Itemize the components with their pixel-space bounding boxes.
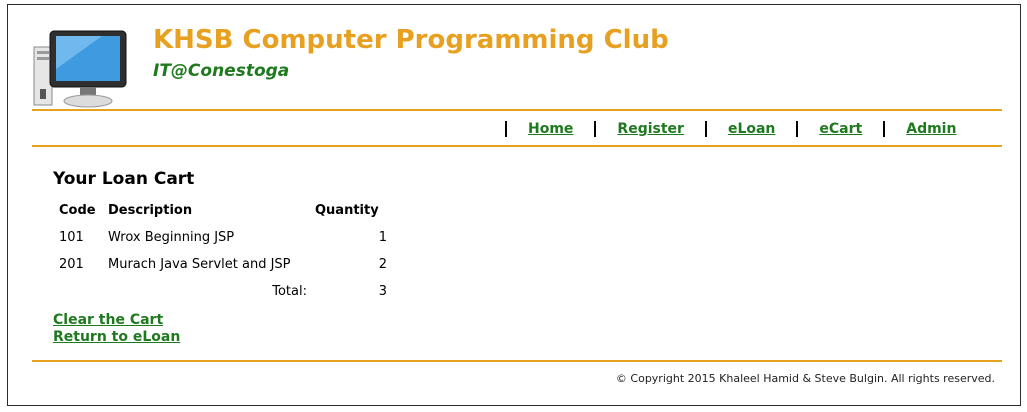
header-divider-top [32, 109, 1002, 111]
cell-code: 101 [59, 230, 84, 245]
cart-table: Code Description Quantity 101 Wrox Begin… [55, 198, 391, 305]
table-row: 101 Wrox Beginning JSP 1 [55, 224, 391, 251]
cart-actions: Clear the Cart Return to eLoan [53, 312, 180, 346]
table-row: 201 Murach Java Servlet and JSP 2 [55, 251, 391, 278]
total-label: Total: [272, 284, 307, 299]
site-title: KHSB Computer Programming Club [153, 25, 669, 55]
cell-code: 201 [59, 257, 84, 272]
computer-monitor-icon [33, 30, 127, 108]
main-nav: Home Register eLoan eCart Admin [505, 118, 977, 140]
total-row: Total: 3 [55, 278, 391, 305]
cell-empty [55, 278, 104, 305]
clear-cart-link[interactable]: Clear the Cart [53, 312, 180, 329]
total-value: 3 [378, 284, 387, 299]
nav-link-admin[interactable]: Admin [885, 121, 977, 137]
return-to-eloan-link[interactable]: Return to eLoan [53, 329, 180, 346]
nav-link-register[interactable]: Register [596, 121, 705, 137]
nav-link-home[interactable]: Home [507, 121, 594, 137]
cell-quantity: 1 [378, 230, 387, 245]
column-header-quantity: Quantity [315, 202, 379, 218]
nav-link-eloan[interactable]: eLoan [707, 121, 796, 137]
column-header-code: Code [59, 202, 96, 218]
table-header-row: Code Description Quantity [55, 198, 391, 224]
page-frame: KHSB Computer Programming Club IT@Conest… [7, 4, 1021, 406]
cell-description: Murach Java Servlet and JSP [108, 257, 291, 272]
cell-description: Wrox Beginning JSP [108, 230, 235, 245]
footer-divider [32, 360, 1002, 362]
copyright-text: © Copyright 2015 Khaleel Hamid & Steve B… [615, 372, 995, 385]
column-header-description: Description [108, 202, 193, 218]
site-subtitle: IT@Conestoga [153, 61, 290, 81]
nav-link-ecart[interactable]: eCart [798, 121, 883, 137]
page-title: Your Loan Cart [53, 169, 195, 189]
header-divider-bottom [32, 145, 1002, 147]
cell-quantity: 2 [378, 257, 387, 272]
